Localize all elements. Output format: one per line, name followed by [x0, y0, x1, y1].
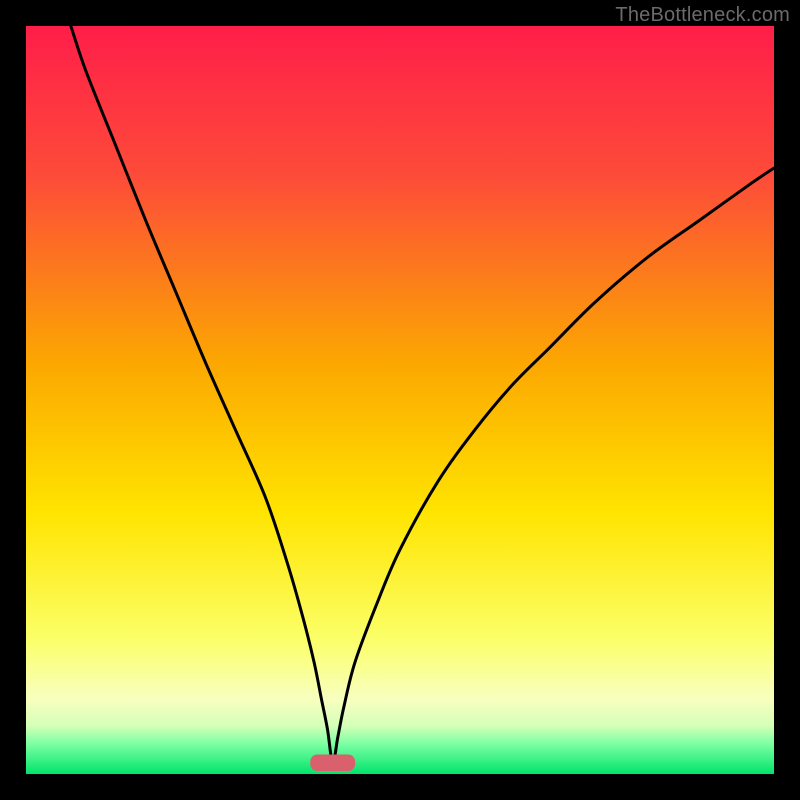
- bottleneck-chart: [26, 26, 774, 774]
- chart-background: [26, 26, 774, 774]
- watermark-text: TheBottleneck.com: [615, 4, 790, 27]
- optimum-marker: [310, 755, 355, 771]
- chart-frame: [26, 26, 774, 774]
